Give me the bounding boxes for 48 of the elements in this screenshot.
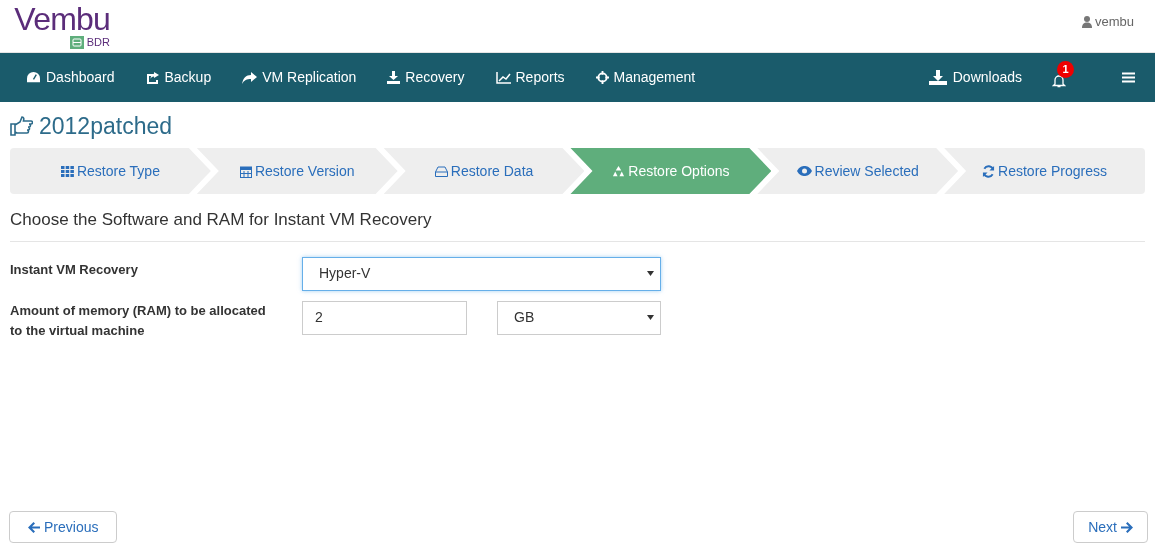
bell-icon [1052, 73, 1066, 88]
caret-down-icon [647, 271, 654, 276]
section-title: Choose the Software and RAM for Instant VM Recovery [10, 207, 1145, 242]
wizard-step[interactable]: Restore Version [196, 148, 398, 194]
wizard-step[interactable]: Review Selected [757, 148, 959, 194]
grid-icon [60, 165, 74, 177]
downloads-link[interactable]: Downloads [928, 67, 1022, 88]
notifications-button[interactable] [1052, 72, 1066, 89]
menu-icon [1122, 72, 1135, 83]
download-icon [387, 71, 401, 84]
thumbs-up-icon [10, 116, 33, 136]
download-icon [928, 70, 947, 85]
left-arrow-icon [28, 521, 40, 533]
nav-link[interactable]: Recovery [387, 67, 465, 88]
wizard-step[interactable]: Restore Progress [944, 148, 1145, 194]
field-label: Amount of memory (RAM) to be allocated to the virtual machine [10, 301, 267, 340]
next-button[interactable]: Next [1073, 511, 1148, 543]
forward-arrow-icon [242, 71, 258, 84]
wizard-step[interactable]: Restore Type [10, 148, 211, 194]
refresh-icon [982, 164, 996, 178]
nav-link[interactable]: Dashboard [26, 67, 115, 88]
gauge-icon [26, 71, 41, 84]
page-title: 2012patched [39, 111, 172, 141]
brand-logo[interactable]: Vembu [14, 2, 110, 36]
calendar-icon [239, 164, 252, 178]
right-arrow-icon [1121, 521, 1133, 533]
software-select[interactable]: Hyper-V [302, 256, 661, 291]
notification-badge: 1 [1057, 60, 1074, 78]
share-icon [145, 71, 160, 84]
nav-link[interactable]: Reports [495, 67, 565, 88]
field-label: Instant VM Recovery [10, 260, 139, 279]
server-icon [69, 35, 84, 49]
eye-icon [796, 166, 812, 176]
menu-button[interactable] [1122, 72, 1135, 83]
nav-link[interactable]: VM Replication [242, 67, 357, 88]
previous-button[interactable]: Previous [9, 511, 118, 543]
wizard-step[interactable]: Restore Data [383, 148, 585, 194]
unit-select[interactable]: GB [497, 300, 661, 335]
memory-input[interactable]: 2 [302, 300, 467, 335]
product-name: BDR [86, 35, 110, 50]
user-menu[interactable]: vembu [1081, 12, 1134, 32]
hard-drive-icon [434, 165, 448, 177]
nav-link[interactable]: Backup [145, 67, 212, 88]
line-chart-icon [495, 71, 511, 84]
crosshair-icon [595, 71, 609, 84]
caret-down-icon [647, 315, 654, 320]
nav-link[interactable]: Management [595, 67, 696, 88]
user-icon [1081, 15, 1092, 28]
